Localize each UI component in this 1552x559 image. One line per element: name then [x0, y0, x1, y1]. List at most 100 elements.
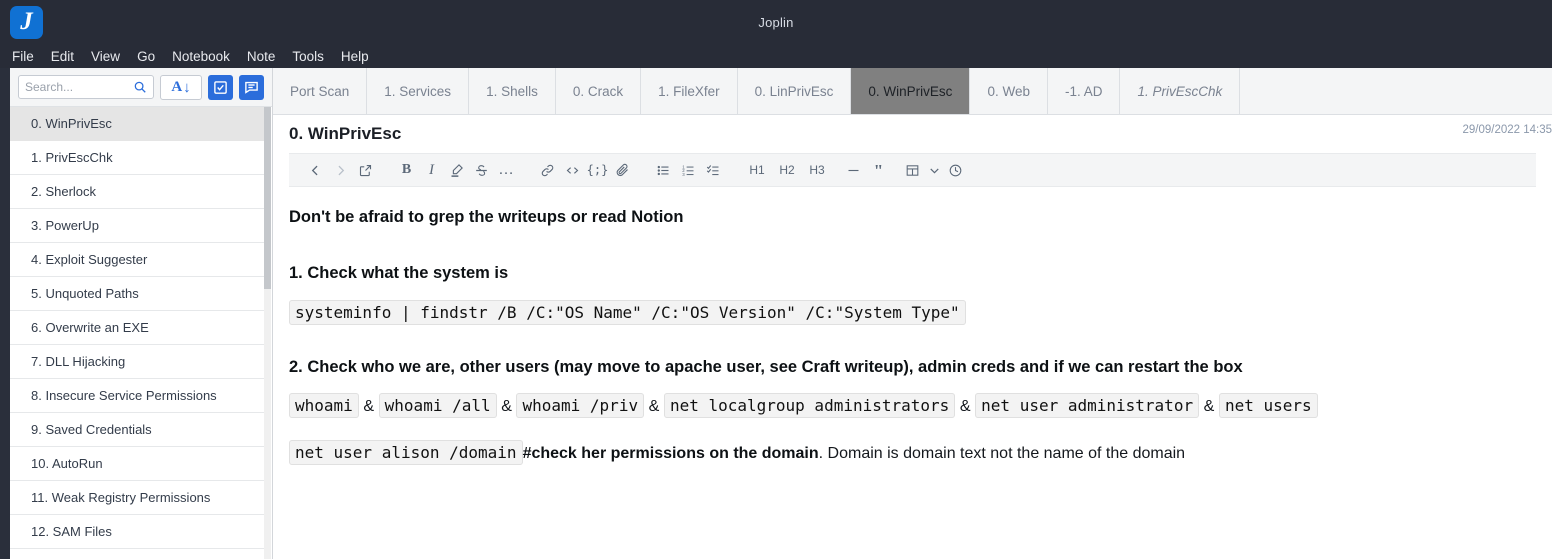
logo-letter: J	[20, 8, 33, 35]
blockquote-icon[interactable]: "	[866, 157, 891, 183]
tab-filexfer[interactable]: 1. FileXfer	[641, 68, 738, 114]
heading-2-button[interactable]: H2	[772, 157, 802, 183]
heading-3-button[interactable]: H3	[802, 157, 832, 183]
code-separator: &	[959, 398, 971, 416]
search-input[interactable]	[25, 80, 133, 94]
tab-winprivesc[interactable]: 0. WinPrivEsc	[851, 68, 971, 114]
menu-item-notebook[interactable]: Notebook	[172, 49, 240, 64]
h3-label: H3	[809, 163, 825, 177]
menu-bar: File Edit View Go Notebook Note Tools He…	[0, 45, 1552, 68]
new-todo-button[interactable]	[208, 74, 233, 100]
tab-port-scan[interactable]: Port Scan	[273, 68, 368, 114]
checkbox-list-icon[interactable]	[701, 157, 726, 183]
code-snippet[interactable]: whoami /priv	[516, 393, 645, 419]
sort-letter: A	[171, 78, 183, 95]
forward-icon[interactable]	[328, 157, 353, 183]
more-label: …	[498, 161, 515, 179]
note-title[interactable]: 0. WinPrivEsc	[289, 124, 401, 144]
sort-notes-button[interactable]: A ↓	[160, 74, 202, 100]
code-separator: &	[363, 398, 375, 416]
note-list-item[interactable]: 9. Saved Credentials	[10, 413, 264, 447]
svg-text:3: 3	[682, 171, 685, 176]
code-snippet[interactable]: net users	[1218, 393, 1318, 419]
code-snippet[interactable]: whoami /all	[378, 393, 497, 419]
code-block-icon[interactable]: {;}	[585, 157, 610, 183]
note-list-item-label: 10. AutoRun	[31, 456, 103, 471]
note-list-item[interactable]: 10. AutoRun	[10, 447, 264, 481]
note-list-item[interactable]: 1. PrivEscChk	[10, 141, 264, 175]
chevron-down-icon[interactable]	[925, 157, 943, 183]
tab-ad[interactable]: -1. AD	[1047, 68, 1121, 114]
code-snippet[interactable]: net user administrator	[975, 393, 1200, 419]
search-icon	[134, 81, 146, 93]
code-snippet[interactable]: net localgroup administrators	[663, 393, 956, 419]
insert-time-icon[interactable]	[943, 157, 968, 183]
note-list-item[interactable]: 6. Overwrite an EXE	[10, 311, 264, 345]
code-snippet[interactable]: net user alison /domain	[289, 439, 523, 465]
note-list-item[interactable]: 0. WinPrivEsc	[10, 107, 264, 141]
italic-label: I	[429, 161, 434, 178]
note-list-item-label: 8. Insecure Service Permissions	[31, 388, 217, 403]
menu-item-help[interactable]: Help	[341, 49, 379, 64]
note-list-item-label: 9. Saved Credentials	[31, 422, 152, 437]
tab-services[interactable]: 1. Services	[367, 68, 470, 114]
note-list-item-label: 3. PowerUp	[31, 218, 99, 233]
code-snippet[interactable]: systeminfo | findstr /B /C:"OS Name" /C:…	[289, 299, 966, 325]
note-list-item-label: 0. WinPrivEsc	[31, 116, 112, 131]
sort-arrow-icon: ↓	[183, 78, 191, 96]
note-list-item[interactable]: 11. Weak Registry Permissions	[10, 481, 264, 515]
menu-item-view[interactable]: View	[91, 49, 130, 64]
note-list-item[interactable]: 12. SAM Files	[10, 515, 264, 549]
tab-web[interactable]: 0. Web	[970, 68, 1048, 114]
joplin-window: J Joplin File Edit View Go Notebook Note…	[0, 0, 1552, 559]
note-list-item-label: 4. Exploit Suggester	[31, 252, 148, 267]
strikethrough-icon[interactable]	[469, 157, 494, 183]
tab-shells[interactable]: 1. Shells	[469, 68, 556, 114]
heading-1-button[interactable]: H1	[742, 157, 772, 183]
external-link-icon[interactable]	[353, 157, 378, 183]
note-list-item-label: 11. Weak Registry Permissions	[31, 490, 211, 505]
bold-icon[interactable]: B	[394, 157, 419, 183]
highlight-icon[interactable]	[444, 157, 469, 183]
note-section-3-plain-text: . Domain is domain text not the name of …	[818, 444, 1186, 462]
code-separator: &	[501, 398, 512, 416]
bulleted-list-icon[interactable]	[651, 157, 676, 183]
link-icon[interactable]	[535, 157, 560, 183]
note-list-scrollbar[interactable]	[264, 107, 271, 559]
note-list-item[interactable]: 5. Unquoted Paths	[10, 277, 264, 311]
tab-linprivesc[interactable]: 0. LinPrivEsc	[737, 68, 852, 114]
note-tab-bar: Port Scan 1. Services 1. Shells 0. Crack…	[273, 68, 1552, 115]
search-box[interactable]	[18, 75, 154, 99]
code-block-label: {;}	[586, 163, 609, 177]
note-list-item[interactable]: 4. Exploit Suggester	[10, 243, 264, 277]
note-list-scrollbar-thumb[interactable]	[264, 107, 271, 289]
notebook-sidebar-rail[interactable]	[0, 68, 10, 559]
menu-item-note[interactable]: Note	[247, 49, 286, 64]
code-separator: &	[1203, 398, 1215, 416]
inline-code-icon[interactable]	[560, 157, 585, 183]
horizontal-rule-icon[interactable]	[841, 157, 866, 183]
menu-item-go[interactable]: Go	[137, 49, 165, 64]
code-snippet[interactable]: whoami	[289, 393, 359, 419]
tab-crack[interactable]: 0. Crack	[555, 68, 642, 114]
note-content[interactable]: Don't be afraid to grep the writeups or …	[273, 187, 1552, 559]
back-icon[interactable]	[303, 157, 328, 183]
italic-icon[interactable]: I	[419, 157, 444, 183]
note-list-item[interactable]: 8. Insecure Service Permissions	[10, 379, 264, 413]
note-list[interactable]: 0. WinPrivEsc 1. PrivEscChk 2. Sherlock …	[10, 106, 272, 559]
note-updated-date: 29/09/2022 14:35	[1462, 124, 1552, 136]
menu-item-file[interactable]: File	[12, 49, 44, 64]
tab-privescchk[interactable]: 1. PrivEscChk	[1120, 68, 1241, 114]
numbered-list-icon[interactable]: 1 2 3	[676, 157, 701, 183]
note-list-item[interactable]: 3. PowerUp	[10, 209, 264, 243]
note-section-1-code-line: systeminfo | findstr /B /C:"OS Name" /C:…	[289, 299, 1536, 325]
menu-item-edit[interactable]: Edit	[51, 49, 84, 64]
insert-table-icon[interactable]	[900, 157, 925, 183]
note-list-item[interactable]: 2. Sherlock	[10, 175, 264, 209]
note-icon	[245, 81, 258, 94]
note-list-item[interactable]: 7. DLL Hijacking	[10, 345, 264, 379]
attach-file-icon[interactable]	[610, 157, 635, 183]
new-note-button[interactable]	[239, 74, 264, 100]
more-options-icon[interactable]: …	[494, 157, 519, 183]
menu-item-tools[interactable]: Tools	[292, 49, 334, 64]
